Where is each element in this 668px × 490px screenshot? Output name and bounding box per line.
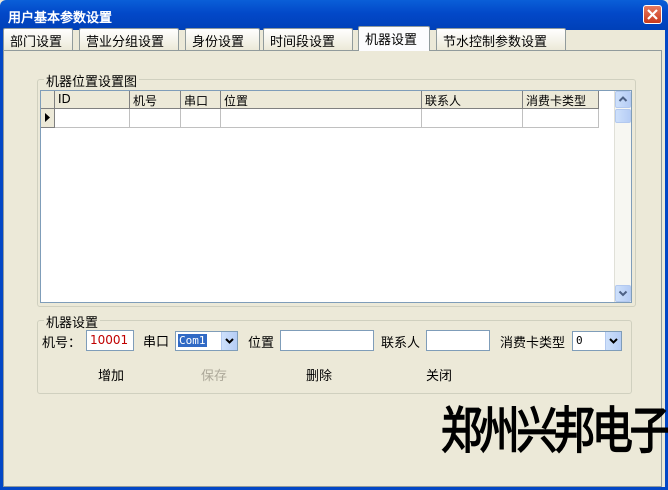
port-dropdown-button[interactable] (221, 332, 237, 350)
watermark-text: 郑州兴邦电子 (441, 402, 668, 460)
column-header-machine-no[interactable]: 机号 (130, 91, 181, 109)
tab-business-group[interactable]: 营业分组设置 (79, 28, 179, 50)
save-button[interactable]: 保存 (201, 365, 227, 384)
tab-label: 时间段设置 (270, 35, 336, 50)
close-window-button[interactable] (643, 5, 662, 24)
tab-label: 部门设置 (10, 35, 63, 50)
chevron-down-icon (618, 290, 628, 297)
port-select[interactable]: Com1 (175, 331, 238, 351)
tab-identity[interactable]: 身份设置 (185, 28, 260, 50)
contact-label: 联系人 (381, 336, 421, 351)
location-field[interactable] (280, 330, 374, 351)
tab-department[interactable]: 部门设置 (3, 28, 73, 50)
card-type-select[interactable]: 0 (572, 331, 622, 351)
delete-button[interactable]: 删除 (306, 365, 332, 384)
port-label: 串口 (143, 335, 170, 350)
grid-vertical-scrollbar[interactable] (614, 91, 631, 302)
tab-time-period[interactable]: 时间段设置 (263, 28, 353, 50)
tab-label: 营业分组设置 (86, 35, 165, 50)
row-indicator[interactable] (41, 109, 55, 128)
contact-field[interactable] (426, 330, 490, 351)
title-bar[interactable]: 用户基本参数设置 (0, 0, 668, 30)
port-select-value: Com1 (178, 334, 207, 347)
group-legend: 机器设置 (44, 312, 101, 331)
card-type-dropdown-button[interactable] (605, 332, 621, 350)
grid-cell[interactable] (221, 109, 422, 128)
grid-cell[interactable] (130, 109, 181, 128)
scroll-up-button[interactable] (615, 91, 631, 108)
scroll-down-button[interactable] (615, 285, 631, 302)
window-title: 用户基本参数设置 (8, 11, 113, 26)
grid-corner (41, 91, 55, 109)
tab-water-control[interactable]: 节水控制参数设置 (436, 28, 566, 50)
column-header-id[interactable]: ID (55, 91, 130, 109)
current-row-arrow-icon (45, 113, 50, 122)
close-button[interactable]: 关闭 (426, 365, 452, 384)
card-type-select-value: 0 (576, 334, 583, 347)
tab-label: 节水控制参数设置 (443, 35, 548, 50)
chevron-up-icon (618, 96, 628, 102)
column-header-location[interactable]: 位置 (221, 91, 422, 109)
grid-cell[interactable] (523, 109, 599, 128)
column-header-contact[interactable]: 联系人 (422, 91, 523, 109)
machine-no-field[interactable]: 10001 (86, 330, 134, 351)
add-button[interactable]: 增加 (98, 365, 124, 384)
chevron-down-icon (609, 338, 618, 344)
column-header-port[interactable]: 串口 (181, 91, 221, 109)
grid-cell[interactable] (181, 109, 221, 128)
group-legend: 机器位置设置图 (44, 71, 140, 90)
machine-no-label: 机号： (42, 336, 82, 351)
grid-cell[interactable] (422, 109, 523, 128)
close-icon (647, 9, 658, 20)
card-type-label: 消费卡类型 (500, 336, 566, 351)
machine-grid[interactable]: ID 机号 串口 位置 联系人 消费卡类型 (40, 90, 632, 303)
scroll-thumb[interactable] (615, 109, 631, 123)
grid-cell[interactable] (55, 109, 130, 128)
tab-label: 身份设置 (192, 35, 245, 50)
location-label: 位置 (248, 336, 275, 351)
chevron-down-icon (225, 338, 234, 344)
column-header-card-type[interactable]: 消费卡类型 (523, 91, 599, 109)
tab-machine[interactable]: 机器设置 (358, 26, 430, 51)
tab-label: 机器设置 (365, 33, 418, 48)
